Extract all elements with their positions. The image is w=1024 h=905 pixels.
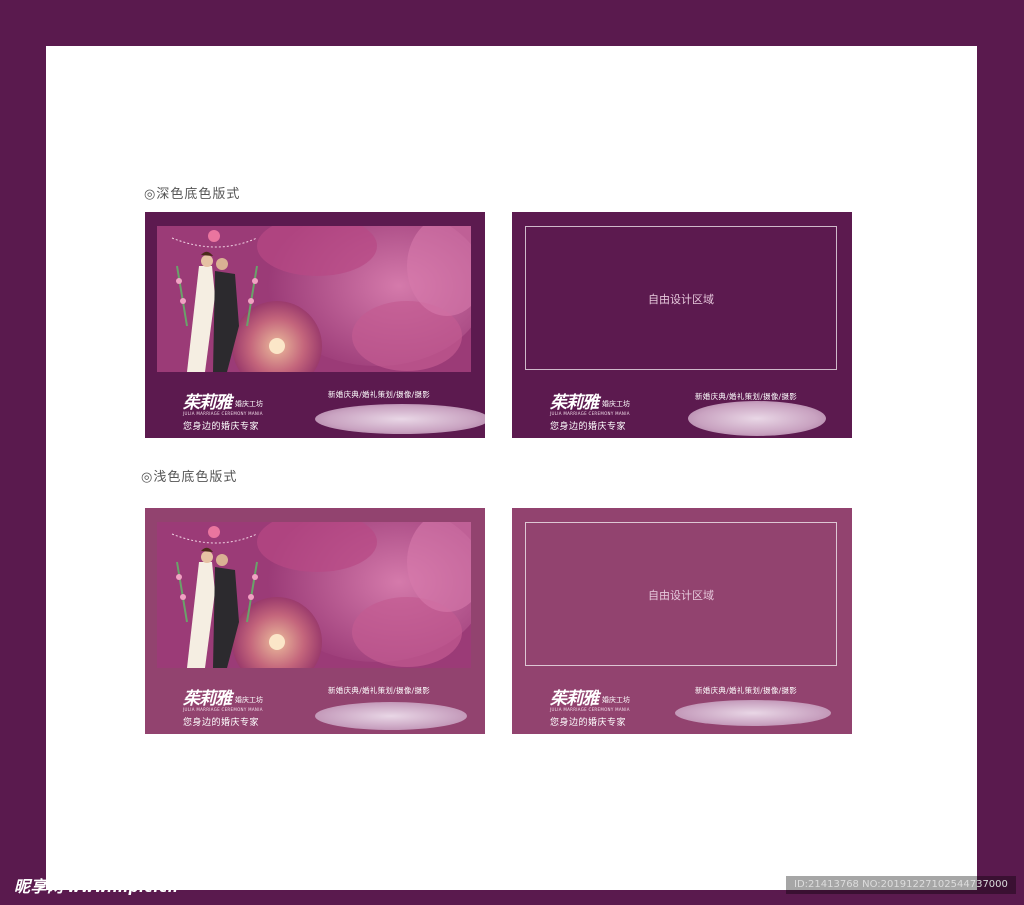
watermark-id: ID:21413768 NO:20191227102544737000	[786, 876, 1016, 894]
slogan: 您身边的婚庆专家	[550, 422, 627, 432]
wedding-photo	[157, 522, 471, 668]
card-light-front: 茱莉雅 婚庆工坊 JULIA MARRIAGE CEREMONY MANIA 您身…	[145, 508, 485, 734]
services-text: 新婚庆典/婚礼策划/摄像/摄影	[328, 390, 431, 399]
design-area-text: 自由设计区域	[648, 293, 714, 306]
watermark-url: www.nipic.cn	[67, 880, 179, 896]
logo-english: JULIA MARRIAGE CEREMONY MANIA	[550, 411, 630, 416]
logo-block: 茱莉雅 婚庆工坊 JULIA MARRIAGE CEREMONY MANIA 您身…	[183, 684, 263, 728]
logo-block: 茱莉雅 婚庆工坊 JULIA MARRIAGE CEREMONY MANIA 您身…	[550, 684, 630, 728]
flower-couple-illustration	[157, 226, 471, 372]
services-text: 新婚庆典/婚礼策划/摄像/摄影	[328, 686, 431, 695]
flower-couple-illustration	[157, 522, 471, 668]
slogan: 您身边的婚庆专家	[550, 718, 627, 728]
logo-suffix: 婚庆工坊	[602, 399, 630, 408]
logo-block: 茱莉雅 婚庆工坊 JULIA MARRIAGE CEREMONY MANIA 您身…	[183, 388, 263, 432]
blurred-contact-info	[688, 401, 826, 436]
blurred-contact-info	[675, 700, 831, 726]
wedding-photo	[157, 226, 471, 372]
logo-english: JULIA MARRIAGE CEREMONY MANIA	[550, 707, 630, 712]
services-text: 新婚庆典/婚礼策划/摄像/摄影	[695, 686, 798, 695]
blurred-contact-info	[315, 702, 467, 730]
design-area-frame: 自由设计区域	[525, 522, 837, 666]
slogan: 您身边的婚庆专家	[183, 718, 260, 728]
card-dark-front: 茱莉雅 婚庆工坊 JULIA MARRIAGE CEREMONY MANIA 您身…	[145, 212, 485, 438]
card-light-back: 自由设计区域 茱莉雅 婚庆工坊 JULIA MARRIAGE CEREMONY M…	[512, 508, 852, 734]
logo-english: JULIA MARRIAGE CEREMONY MANIA	[183, 707, 263, 712]
section-label-light: ◎浅色底色版式	[141, 470, 238, 485]
watermark-site-name: 昵享网	[14, 877, 64, 896]
logo-name: 茱莉雅	[550, 393, 599, 413]
design-area-frame: 自由设计区域	[525, 226, 837, 370]
logo-name: 茱莉雅	[183, 393, 232, 413]
logo-block: 茱莉雅 婚庆工坊 JULIA MARRIAGE CEREMONY MANIA 您身…	[550, 388, 630, 432]
logo-suffix: 婚庆工坊	[602, 695, 630, 704]
design-area-text: 自由设计区域	[648, 589, 714, 602]
logo-english: JULIA MARRIAGE CEREMONY MANIA	[183, 411, 263, 416]
logo-name: 茱莉雅	[183, 689, 232, 709]
logo-suffix: 婚庆工坊	[235, 399, 263, 408]
section-label-dark: ◎深色底色版式	[144, 187, 241, 202]
card-dark-back: 自由设计区域 茱莉雅 婚庆工坊 JULIA MARRIAGE CEREMONY M…	[512, 212, 852, 438]
watermark-site: 昵享网 www.nipic.cn	[14, 873, 178, 897]
blurred-contact-info	[315, 404, 485, 434]
logo-name: 茱莉雅	[550, 689, 599, 709]
canvas-sheet: ◎深色底色版式 茱莉雅 婚庆工坊 JULIA MARRIAGE CEREMONY…	[46, 46, 977, 890]
slogan: 您身边的婚庆专家	[183, 422, 260, 432]
logo-suffix: 婚庆工坊	[235, 695, 263, 704]
